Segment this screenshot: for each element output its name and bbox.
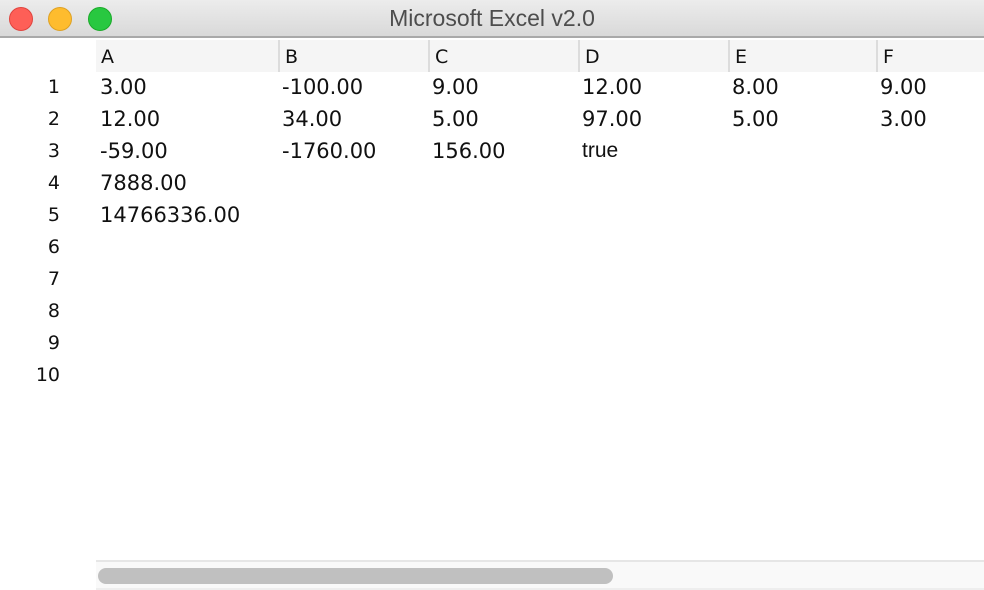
cell-c2[interactable]: 5.00 bbox=[432, 107, 479, 131]
row-header[interactable]: 4 bbox=[0, 172, 60, 194]
column-header-a[interactable]: A bbox=[96, 40, 278, 72]
column-header-e[interactable]: E bbox=[728, 40, 876, 72]
cell-d3[interactable]: true bbox=[582, 139, 618, 163]
row-header[interactable]: 5 bbox=[0, 204, 60, 226]
cell-a5[interactable]: 14766336.00 bbox=[100, 203, 240, 227]
cell-c3[interactable]: 156.00 bbox=[432, 139, 505, 163]
cell-e2[interactable]: 5.00 bbox=[732, 107, 779, 131]
cell-a1[interactable]: 3.00 bbox=[100, 75, 147, 99]
cell-a3[interactable]: -59.00 bbox=[100, 139, 168, 163]
cell-f2[interactable]: 3.00 bbox=[880, 107, 927, 131]
cell-f1[interactable]: 9.00 bbox=[880, 75, 927, 99]
row-header[interactable]: 1 bbox=[0, 76, 60, 98]
row-header[interactable]: 3 bbox=[0, 140, 60, 162]
row-header[interactable]: 2 bbox=[0, 108, 60, 130]
cell-a4[interactable]: 7888.00 bbox=[100, 171, 187, 195]
scrollbar-thumb[interactable] bbox=[98, 568, 613, 584]
cell-d2[interactable]: 97.00 bbox=[582, 107, 642, 131]
row-header[interactable]: 10 bbox=[0, 364, 60, 386]
cell-b2[interactable]: 34.00 bbox=[282, 107, 342, 131]
cell-e1[interactable]: 8.00 bbox=[732, 75, 779, 99]
column-header-b[interactable]: B bbox=[278, 40, 428, 72]
column-header-f[interactable]: F bbox=[876, 40, 984, 72]
row-header[interactable]: 6 bbox=[0, 236, 60, 258]
title-bar: Microsoft Excel v2.0 bbox=[0, 0, 984, 38]
cell-a2[interactable]: 12.00 bbox=[100, 107, 160, 131]
row-header[interactable]: 8 bbox=[0, 300, 60, 322]
cell-d1[interactable]: 12.00 bbox=[582, 75, 642, 99]
cell-b3[interactable]: -1760.00 bbox=[282, 139, 376, 163]
cell-c1[interactable]: 9.00 bbox=[432, 75, 479, 99]
row-header[interactable]: 9 bbox=[0, 332, 60, 354]
window-title: Microsoft Excel v2.0 bbox=[389, 5, 595, 31]
column-header-row: ABCDEF bbox=[96, 40, 984, 72]
column-header-d[interactable]: D bbox=[578, 40, 728, 72]
column-header-c[interactable]: C bbox=[428, 40, 578, 72]
row-header[interactable]: 7 bbox=[0, 268, 60, 290]
horizontal-scrollbar[interactable] bbox=[96, 560, 984, 590]
cell-b1[interactable]: -100.00 bbox=[282, 75, 363, 99]
